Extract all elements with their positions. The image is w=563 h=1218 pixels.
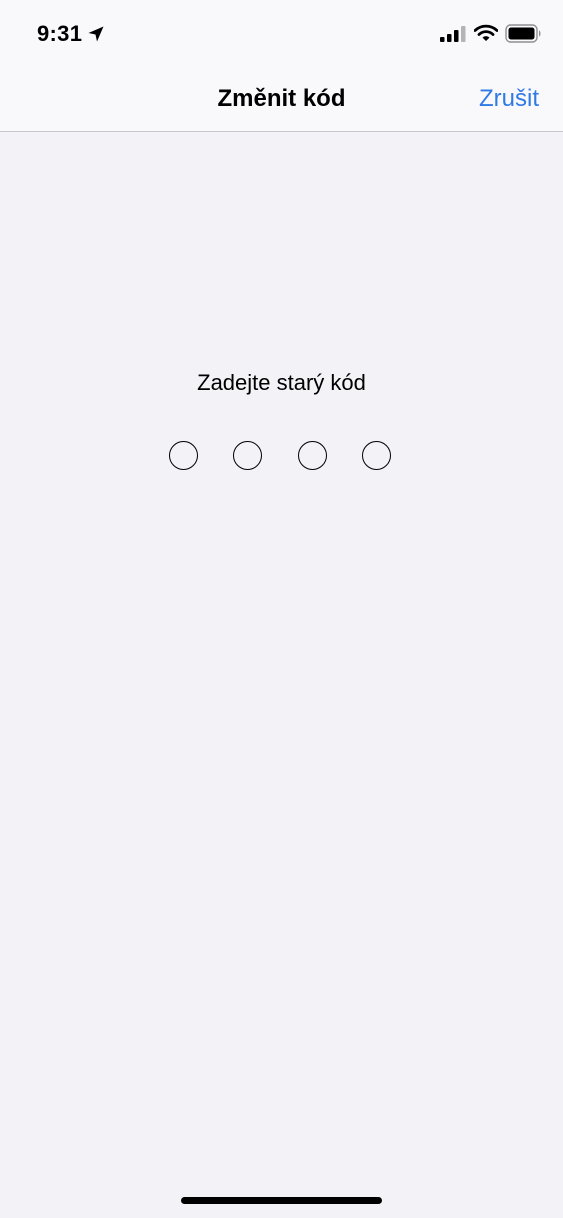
passcode-dot-4 [362,441,391,470]
status-time: 9:31 [37,21,83,46]
wifi-icon [474,24,498,41]
passcode-dot-3 [298,441,327,470]
passcode-prompt: Zadejte starý kód [197,370,366,395]
location-arrow-icon [88,26,104,42]
cancel-button[interactable]: Zrušit [479,84,539,114]
passcode-dot-1 [169,441,198,470]
navigation-bar: Změnit kód Zrušit [0,66,563,132]
status-bar: 9:31 [0,0,563,66]
passcode-dots [169,441,393,471]
passcode-dot-2 [233,441,262,470]
home-indicator[interactable] [181,1197,382,1204]
battery-icon [505,24,541,43]
cellular-signal-icon [440,26,466,42]
top-bar-area: 9:31 Změnit kód Zrušit [0,0,563,132]
